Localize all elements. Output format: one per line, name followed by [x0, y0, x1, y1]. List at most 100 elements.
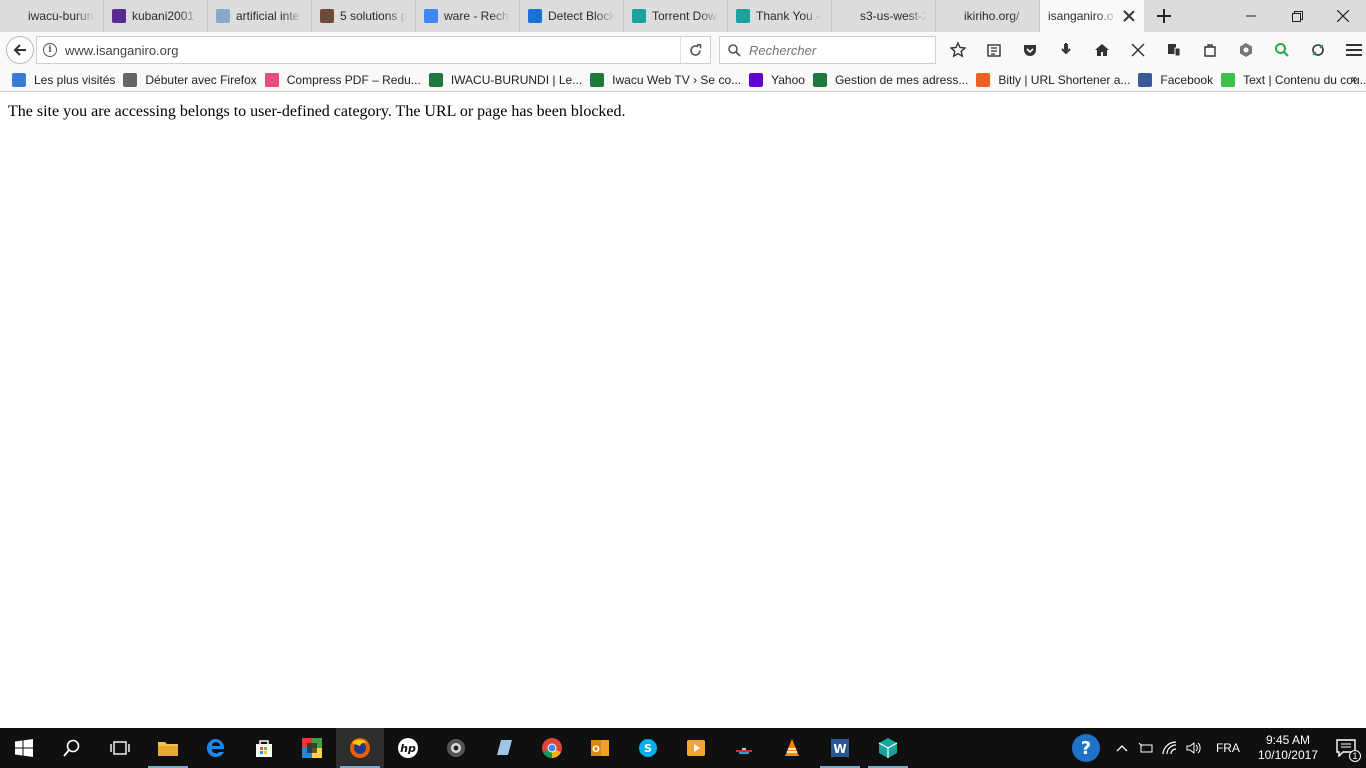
minimize-icon [1246, 15, 1256, 17]
taskbar-app-switcher[interactable] [720, 728, 768, 768]
bookmark-label: Iwacu Web TV › Se co... [612, 72, 742, 87]
bookmark-item[interactable]: Iwacu Web TV › Se co... [586, 68, 745, 92]
bookmark-item[interactable]: Les plus visités [8, 68, 119, 92]
bookmark-item[interactable]: Yahoo [745, 68, 809, 92]
tab-4[interactable]: 5 solutions p [312, 0, 416, 32]
restore-icon [1291, 10, 1303, 22]
bookmark-item[interactable]: Débuter avec Firefox [119, 68, 260, 92]
bookmark-item[interactable]: Facebook [1134, 68, 1217, 92]
minimize-button[interactable] [1228, 0, 1274, 32]
svg-text:O: O [592, 745, 600, 755]
google-icon [424, 9, 438, 23]
star-icon [950, 42, 966, 58]
taskbar-hp[interactable]: hp [384, 728, 432, 768]
close-tab-icon[interactable] [1122, 9, 1136, 23]
taskbar-skype[interactable]: S [624, 728, 672, 768]
svg-text:?: ? [1081, 738, 1091, 759]
taskbar-edge[interactable] [192, 728, 240, 768]
bookmarks-menu-button[interactable] [976, 32, 1012, 68]
taskbar-webcam[interactable] [432, 728, 480, 768]
taskbar-outlook[interactable]: O [576, 728, 624, 768]
downloads-button[interactable] [1048, 32, 1084, 68]
tab-title: Detect Block [548, 9, 615, 23]
restore-button[interactable] [1274, 0, 1320, 32]
taskbar-tablet-app[interactable] [480, 728, 528, 768]
tab-title: kubani2001 [132, 9, 195, 23]
bookmarks-overflow-button[interactable]: » [1351, 71, 1358, 86]
app-bars-icon [736, 748, 752, 754]
network-tray-button[interactable] [1158, 728, 1182, 768]
reload-button[interactable] [680, 37, 710, 63]
system-tray: ? FRA 9:45 AM 10/10/2017 1 [1062, 728, 1366, 768]
cube-icon [736, 9, 750, 23]
screenshot-button[interactable] [1120, 32, 1156, 68]
word-icon: W [831, 739, 849, 757]
tab-9[interactable]: s3-us-west-2.am [832, 0, 936, 32]
adblock-extension-button[interactable] [1228, 32, 1264, 68]
taskbar-color-app[interactable] [288, 728, 336, 768]
chrome-icon [542, 738, 562, 758]
taskbar-cube-app[interactable] [864, 728, 912, 768]
pocket-button[interactable] [1012, 32, 1048, 68]
wiki-icon [216, 9, 230, 23]
search-bar[interactable] [719, 36, 936, 64]
cube-icon [878, 738, 898, 758]
battery-plug-icon [1138, 742, 1153, 753]
tab-8[interactable]: Thank You - [728, 0, 832, 32]
tab-title: ware - Rech [444, 9, 509, 23]
taskbar-file-explorer[interactable] [144, 728, 192, 768]
iwacu-icon [812, 72, 827, 87]
start-button[interactable] [0, 728, 48, 768]
taskbar-media-player[interactable] [672, 728, 720, 768]
task-view-button[interactable] [96, 728, 144, 768]
clock[interactable]: 9:45 AM 10/10/2017 [1250, 733, 1326, 763]
url-bar[interactable]: i www.isanganiro.org [36, 36, 711, 64]
home-button[interactable] [1084, 32, 1120, 68]
tab-3[interactable]: artificial inte [208, 0, 312, 32]
tools-icon [1312, 44, 1324, 56]
tab-6[interactable]: Detect Block [520, 0, 624, 32]
site-info-icon[interactable]: i [43, 43, 57, 57]
tab-7[interactable]: Torrent Dow [624, 0, 728, 32]
bookmark-item[interactable]: IWACU-BURUNDI | Le... [425, 68, 586, 92]
search-input[interactable] [749, 42, 929, 58]
close-window-button[interactable] [1320, 0, 1366, 32]
plus-icon [1157, 9, 1171, 23]
puzzle-icon [528, 9, 542, 23]
generic-page-icon [944, 9, 958, 23]
show-hidden-icons-button[interactable] [1110, 728, 1134, 768]
action-center-button[interactable]: 1 [1326, 728, 1366, 768]
open-menu-button[interactable] [1336, 32, 1366, 68]
synced-tabs-button[interactable] [1156, 32, 1192, 68]
svg-text:W: W [833, 742, 846, 756]
bookmark-item[interactable]: Compress PDF – Redu... [261, 68, 425, 92]
search-extension-button[interactable] [1264, 32, 1300, 68]
back-button[interactable] [6, 36, 34, 64]
url-text[interactable]: www.isanganiro.org [65, 43, 680, 58]
tab-active[interactable]: isanganiro.o [1040, 0, 1144, 32]
new-tab-button[interactable] [1144, 0, 1184, 32]
extension-button[interactable] [1192, 32, 1228, 68]
power-tray-button[interactable] [1134, 728, 1158, 768]
bookmark-item[interactable]: Gestion de mes adress... [809, 68, 972, 92]
taskbar-vlc[interactable] [768, 728, 816, 768]
clock-date: 10/10/2017 [1257, 748, 1318, 762]
bookmark-star-button[interactable] [940, 32, 976, 68]
bookmark-item[interactable]: Text | Contenu du cou... [1217, 68, 1366, 92]
tab-10[interactable]: ikiriho.org/ [936, 0, 1040, 32]
tablet-icon [497, 740, 512, 755]
tab-1[interactable]: iwacu-burundi.o [0, 0, 104, 32]
speaker-icon [1186, 742, 1201, 754]
taskbar-firefox[interactable] [336, 728, 384, 768]
tab-5[interactable]: ware - Rech [416, 0, 520, 32]
taskbar-search-button[interactable] [48, 728, 96, 768]
taskbar-chrome[interactable] [528, 728, 576, 768]
input-language[interactable]: FRA [1206, 741, 1250, 755]
bookmark-item[interactable]: Bitly | URL Shortener a... [972, 68, 1134, 92]
tab-2[interactable]: kubani2001 [104, 0, 208, 32]
taskbar-word[interactable]: W [816, 728, 864, 768]
tools-extension-button[interactable] [1300, 32, 1336, 68]
volume-tray-button[interactable] [1182, 728, 1206, 768]
help-tray-button[interactable]: ? [1062, 728, 1110, 768]
taskbar-store[interactable] [240, 728, 288, 768]
